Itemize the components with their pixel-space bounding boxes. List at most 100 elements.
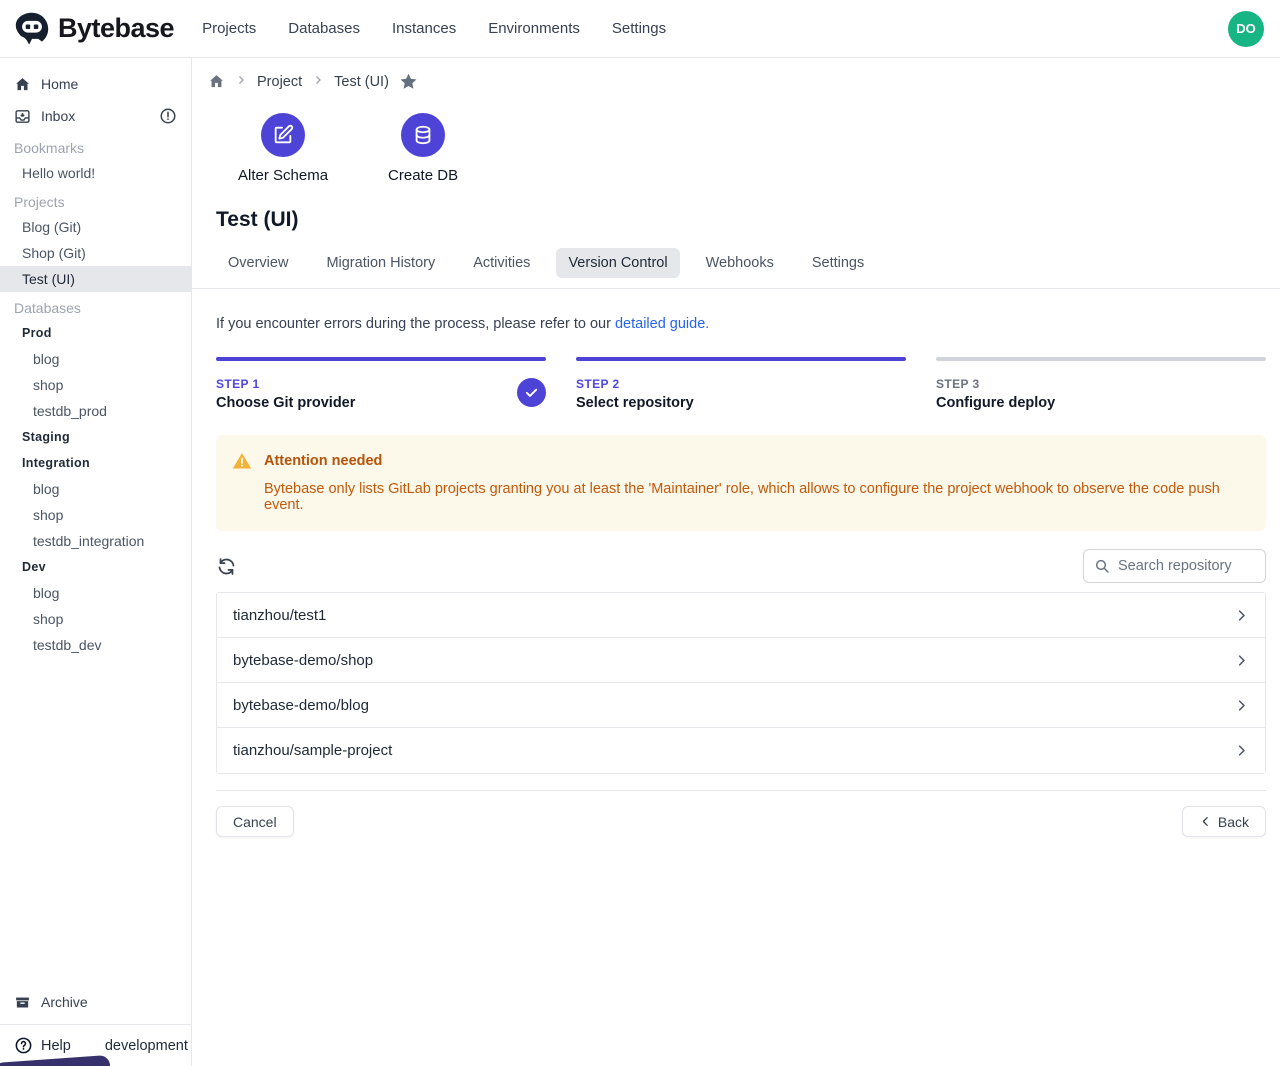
repo-toolbar: [216, 549, 1266, 583]
step-title: Choose Git provider: [216, 395, 546, 411]
edit-icon: [261, 113, 305, 157]
sidebar-item-database[interactable]: shop: [0, 502, 191, 528]
sidebar-item-project[interactable]: Blog (Git): [0, 214, 191, 240]
breadcrumb-project[interactable]: Project: [257, 74, 302, 90]
chevron-right-icon: [1234, 653, 1249, 668]
tab[interactable]: Overview: [216, 248, 300, 278]
sidebar-item-project[interactable]: Shop (Git): [0, 240, 191, 266]
bytebase-logo[interactable]: Bytebase: [14, 11, 174, 47]
sidebar-item-project[interactable]: Test (UI): [0, 266, 191, 292]
detailed-guide-link[interactable]: detailed guide.: [615, 316, 709, 332]
brand-name: Bytebase: [58, 13, 174, 44]
step-label: STEP 2: [576, 377, 906, 391]
sidebar: Home Inbox Bookmarks Hello world! Projec…: [0, 58, 192, 1066]
nav-link[interactable]: Databases: [288, 20, 360, 37]
create-db-button[interactable]: Create DB: [388, 113, 458, 184]
repository-row[interactable]: tianzhou/sample-project: [217, 728, 1265, 773]
page-title: Test (UI): [216, 208, 1266, 232]
step-title: Select repository: [576, 395, 906, 411]
chevron-right-icon: [1234, 743, 1249, 758]
breadcrumb-current: Test (UI): [334, 74, 389, 90]
sidebar-item-label: Archive: [41, 994, 177, 1010]
divider: [192, 288, 1280, 289]
inbox-icon: [14, 108, 31, 125]
repository-list: tianzhou/test1 bytebase-demo/shop byteba…: [216, 592, 1266, 774]
sidebar-item-database[interactable]: testdb_dev: [0, 632, 191, 658]
tab[interactable]: Migration History: [314, 248, 447, 278]
step: STEP 3 Configure deploy: [936, 357, 1266, 411]
repository-row[interactable]: bytebase-demo/shop: [217, 638, 1265, 683]
back-button[interactable]: Back: [1182, 806, 1266, 837]
step-progress: STEP 1 Choose Git provider STEP 2 Select…: [216, 357, 1266, 411]
warning-title: Attention needed: [264, 453, 382, 469]
search-icon: [1094, 558, 1110, 574]
home-icon: [14, 76, 31, 93]
version-label: development: [105, 1038, 188, 1054]
main-content: Project Test (UI) Alter Schema Create DB: [192, 58, 1280, 1066]
nav-link[interactable]: Environments: [488, 20, 580, 37]
sidebar-item-database[interactable]: testdb_prod: [0, 398, 191, 424]
tab[interactable]: Version Control: [556, 248, 679, 278]
sidebar-item-archive[interactable]: Archive: [0, 986, 191, 1018]
step: STEP 2 Select repository: [576, 357, 906, 411]
sidebar-item-bookmark[interactable]: Hello world!: [0, 160, 191, 186]
repository-name: tianzhou/sample-project: [233, 742, 392, 759]
alter-schema-button[interactable]: Alter Schema: [238, 113, 328, 184]
step-check-icon: [517, 378, 546, 407]
quick-action-label: Create DB: [388, 167, 458, 184]
user-avatar[interactable]: DO: [1228, 11, 1264, 47]
nav-link[interactable]: Settings: [612, 20, 666, 37]
repository-row[interactable]: bytebase-demo/blog: [217, 683, 1265, 728]
archive-icon: [14, 994, 31, 1011]
chevron-right-icon: [312, 74, 324, 90]
tab-bar: Overview Migration History Activities Versi…: [216, 248, 1266, 278]
step-title: Configure deploy: [936, 395, 1266, 411]
quick-action-label: Alter Schema: [238, 167, 328, 184]
search-input[interactable]: [1118, 558, 1255, 574]
top-navbar: Bytebase Projects Databases Instances Envir…: [0, 0, 1280, 58]
sidebar-env-header[interactable]: Staging: [0, 424, 191, 450]
sidebar-env-header[interactable]: Prod: [0, 320, 191, 346]
sidebar-item-database[interactable]: blog: [0, 346, 191, 372]
step-bar: [936, 357, 1266, 361]
help-icon[interactable]: [14, 1036, 33, 1055]
divider: [216, 790, 1266, 791]
repository-row[interactable]: tianzhou/test1: [217, 593, 1265, 638]
nav-link[interactable]: Projects: [202, 20, 256, 37]
favorite-star-icon[interactable]: [399, 72, 418, 91]
help-label[interactable]: Help: [41, 1038, 71, 1054]
repository-name: bytebase-demo/shop: [233, 652, 373, 669]
bookmark-list: Hello world!: [0, 160, 191, 186]
breadcrumb-home-icon[interactable]: [208, 73, 225, 90]
step-bar: [216, 357, 546, 361]
sidebar-item-database[interactable]: shop: [0, 606, 191, 632]
nav-links: Projects Databases Instances Environments Se…: [202, 20, 1228, 37]
sidebar-env-header[interactable]: Dev: [0, 554, 191, 580]
sidebar-section-bookmarks: Bookmarks: [0, 132, 191, 160]
sidebar-item-database[interactable]: blog: [0, 580, 191, 606]
step-label: STEP 3: [936, 377, 1266, 391]
chevron-right-icon: [1234, 698, 1249, 713]
sidebar-item-home[interactable]: Home: [0, 68, 191, 100]
nav-link[interactable]: Instances: [392, 20, 456, 37]
wizard-actions: Cancel Back: [216, 806, 1266, 837]
sidebar-env-header[interactable]: Integration: [0, 450, 191, 476]
alert-circle-icon: [159, 107, 177, 125]
cancel-button[interactable]: Cancel: [216, 806, 294, 837]
tab[interactable]: Activities: [461, 248, 542, 278]
sidebar-item-label: Inbox: [41, 108, 149, 124]
sidebar-item-database[interactable]: blog: [0, 476, 191, 502]
repository-name: tianzhou/test1: [233, 607, 326, 624]
sidebar-item-inbox[interactable]: Inbox: [0, 100, 191, 132]
refresh-icon[interactable]: [216, 556, 237, 577]
bytebase-logo-icon: [14, 11, 50, 47]
sidebar-item-label: Home: [41, 76, 177, 92]
sidebar-item-database[interactable]: testdb_integration: [0, 528, 191, 554]
attention-banner: Attention needed Bytebase only lists Git…: [216, 435, 1266, 531]
sidebar-item-database[interactable]: shop: [0, 372, 191, 398]
tab[interactable]: Webhooks: [694, 248, 786, 278]
sidebar-section-databases: Databases: [0, 292, 191, 320]
quick-actions: Alter Schema Create DB: [238, 113, 1266, 184]
tab[interactable]: Settings: [800, 248, 876, 278]
project-list: Blog (Git)Shop (Git)Test (UI): [0, 214, 191, 292]
